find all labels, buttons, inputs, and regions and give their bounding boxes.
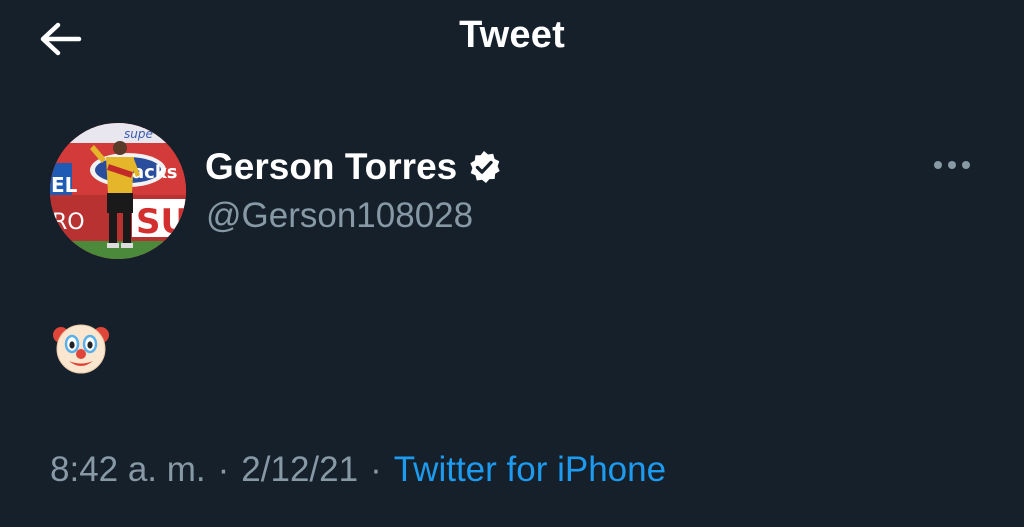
tweet-meta: 8:42 a. m. · 2/12/21 · Twitter for iPhon… <box>50 450 666 490</box>
meta-separator: · <box>370 450 382 489</box>
svg-text:EL: EL <box>51 173 78 197</box>
page-title: Tweet <box>459 14 565 56</box>
avatar[interactable]: supe acks EL RO SU <box>50 123 186 259</box>
meta-separator: · <box>217 450 230 489</box>
svg-text:RO: RO <box>52 210 85 235</box>
svg-text:SU: SU <box>136 202 186 242</box>
tweet-date: 2/12/21 <box>241 450 359 489</box>
tweet-text: 🤡 <box>52 318 112 378</box>
author-name-row[interactable]: Gerson Torres <box>205 144 502 190</box>
author-handle[interactable]: @Gerson108028 <box>206 196 473 236</box>
tweet-source-link[interactable]: Twitter for iPhone <box>394 450 666 490</box>
more-horizontal-icon <box>934 161 970 169</box>
avatar-photo: supe acks EL RO SU <box>50 123 186 259</box>
more-options-button[interactable] <box>930 150 974 180</box>
verified-badge-icon <box>466 149 502 185</box>
top-bar: Tweet <box>0 0 1024 80</box>
author-name[interactable]: Gerson Torres <box>205 146 457 188</box>
svg-text:supe: supe <box>124 127 153 141</box>
tweet-time: 8:42 a. m. <box>50 450 206 489</box>
tweet-detail-screen: Tweet supe acks EL RO SU Gerson Torres @… <box>0 0 1024 527</box>
clown-face-emoji <box>53 324 109 374</box>
